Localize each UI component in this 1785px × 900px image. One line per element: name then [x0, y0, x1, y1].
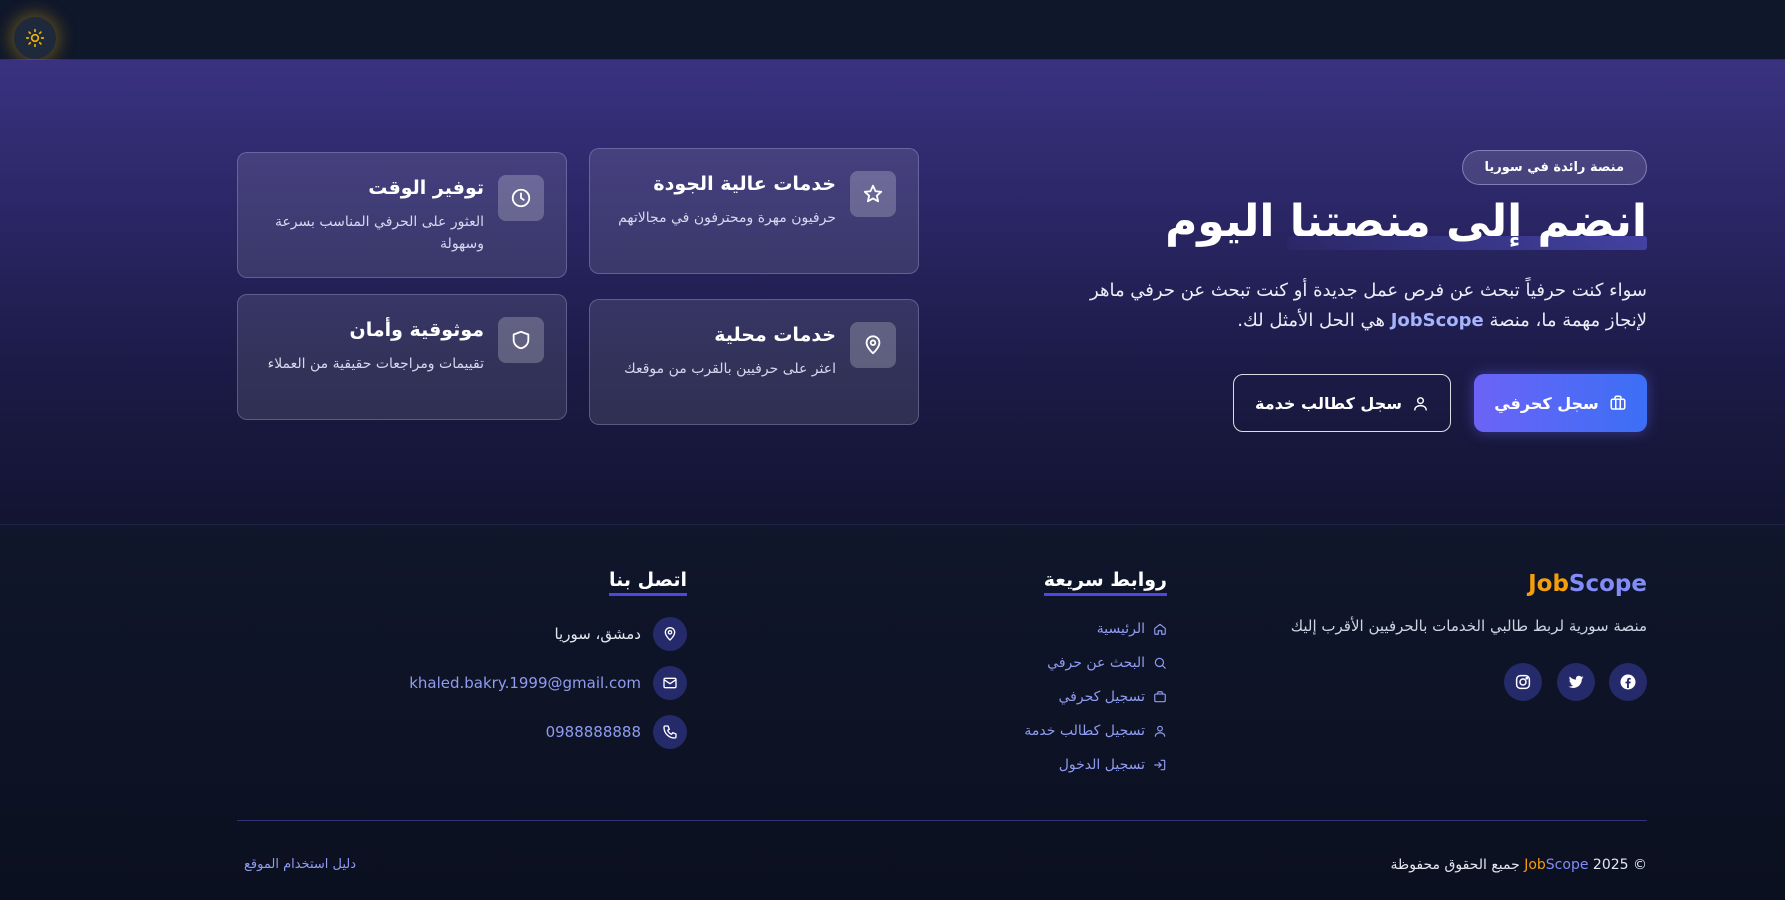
feature-description: تقييمات ومراجعات حقيقية من العملاء — [267, 356, 484, 372]
map-pin-icon — [653, 617, 687, 651]
contact-email[interactable]: khaled.bakry.1999@gmail.com — [409, 666, 687, 700]
theme-toggle-button[interactable] — [14, 17, 56, 59]
feature-title: خدمات محلية — [714, 324, 836, 346]
login-icon — [1153, 758, 1167, 772]
hero-description: سواء كنت حرفياً تبحث عن فرص عمل جديدة أو… — [1087, 276, 1647, 336]
footer-link-label: تسجيل كطالب خدمة — [1024, 723, 1145, 739]
briefcase-icon — [1609, 394, 1627, 412]
user-icon — [1412, 395, 1429, 412]
copyright-brand-job: Job — [1524, 857, 1546, 873]
contact-address-text: دمشق، سوريا — [554, 625, 641, 643]
hero-section: منصة رائدة في سوريا انضم إلى منصتنا اليو… — [0, 60, 1785, 524]
instagram-link[interactable] — [1504, 663, 1542, 701]
feature-description: حرفيون مهرة ومحترفون في مجالاتهم — [618, 210, 836, 226]
register-client-label: سجل كطالب خدمة — [1255, 393, 1402, 413]
hero-description-part2: هي الحل الأمثل لك. — [1237, 310, 1391, 331]
twitter-link[interactable] — [1557, 663, 1595, 701]
footer-link-label: البحث عن حرفي — [1047, 655, 1145, 671]
feature-description: العثور على الحرفي المناسب بسرعة وسهولة — [274, 214, 484, 252]
feature-card-local: خدمات محلية اعثر على حرفيين بالقرب من مو… — [589, 299, 919, 425]
shield-icon — [498, 317, 544, 363]
home-icon — [1153, 622, 1167, 636]
phone-icon — [653, 715, 687, 749]
hero-badge: منصة رائدة في سوريا — [1461, 150, 1647, 185]
top-bar — [0, 0, 1785, 60]
star-icon — [850, 171, 896, 217]
quick-links-heading: روابط سريعة — [1043, 569, 1167, 596]
facebook-icon — [1619, 673, 1637, 691]
contact-phone-text[interactable]: 0988888888 — [546, 723, 641, 741]
footer-link-register-client[interactable]: تسجيل كطالب خدمة — [1024, 723, 1167, 739]
contact-email-text[interactable]: khaled.bakry.1999@gmail.com — [409, 674, 641, 692]
hero-description-brand: JobScope — [1390, 310, 1484, 331]
footer-link-home[interactable]: الرئيسية — [1097, 621, 1167, 637]
copyright-brand-scope: Scope — [1545, 857, 1589, 873]
site-guide-link[interactable]: دليل استخدام الموقع — [244, 857, 356, 872]
feature-title: خدمات عالية الجودة — [653, 173, 836, 195]
briefcase-icon — [1153, 690, 1167, 704]
twitter-icon — [1567, 673, 1585, 691]
register-client-button[interactable]: سجل كطالب خدمة — [1233, 374, 1451, 432]
search-icon — [1153, 656, 1167, 670]
mail-icon — [653, 666, 687, 700]
copyright-prefix: © 2025 — [1588, 857, 1647, 873]
feature-title: توفير الوقت — [368, 177, 484, 199]
feature-title: موثوقية وأمان — [349, 319, 485, 341]
contact-phone[interactable]: 0988888888 — [546, 715, 687, 749]
logo-part-job: Job — [1528, 571, 1569, 597]
clock-icon — [498, 175, 544, 221]
map-pin-icon — [850, 322, 896, 368]
footer-link-label: تسجيل كحرفي — [1058, 689, 1146, 705]
copyright-suffix: جميع الحقوق محفوظة — [1390, 857, 1525, 873]
footer-link-search[interactable]: البحث عن حرفي — [1047, 655, 1167, 671]
feature-card-quality: خدمات عالية الجودة حرفيون مهرة ومحترفون … — [589, 148, 919, 274]
logo-part-scope: Scope — [1568, 571, 1647, 597]
footer-divider — [237, 820, 1647, 821]
feature-card-trust: موثوقية وأمان تقييمات ومراجعات حقيقية من… — [237, 294, 567, 420]
sun-icon — [25, 28, 45, 48]
footer-link-label: تسجيل الدخول — [1058, 757, 1145, 773]
footer-logo[interactable]: JobScope — [1528, 571, 1647, 597]
hero-title: انضم إلى منصتنا اليوم — [1165, 196, 1647, 247]
register-craftsman-label: سجل كحرفي — [1494, 393, 1599, 413]
contact-heading: اتصل بنا — [609, 569, 687, 596]
facebook-link[interactable] — [1609, 663, 1647, 701]
footer-link-register-craftsman[interactable]: تسجيل كحرفي — [1059, 689, 1168, 705]
feature-description: اعثر على حرفيين بالقرب من موقعك — [624, 361, 836, 377]
register-craftsman-button[interactable]: سجل كحرفي — [1474, 374, 1647, 432]
instagram-icon — [1514, 673, 1532, 691]
user-icon — [1153, 724, 1167, 738]
footer-link-label: الرئيسية — [1096, 621, 1145, 637]
footer-link-login[interactable]: تسجيل الدخول — [1059, 757, 1167, 773]
feature-card-time: توفير الوقت العثور على الحرفي المناسب بس… — [237, 152, 567, 278]
footer: JobScope منصة سورية لربط طالبي الخدمات ب… — [0, 524, 1785, 900]
copyright-text: © 2025 JobScope جميع الحقوق محفوظة — [1391, 857, 1647, 873]
footer-tagline: منصة سورية لربط طالبي الخدمات بالحرفيين … — [1290, 617, 1647, 635]
contact-address: دمشق، سوريا — [554, 617, 687, 651]
